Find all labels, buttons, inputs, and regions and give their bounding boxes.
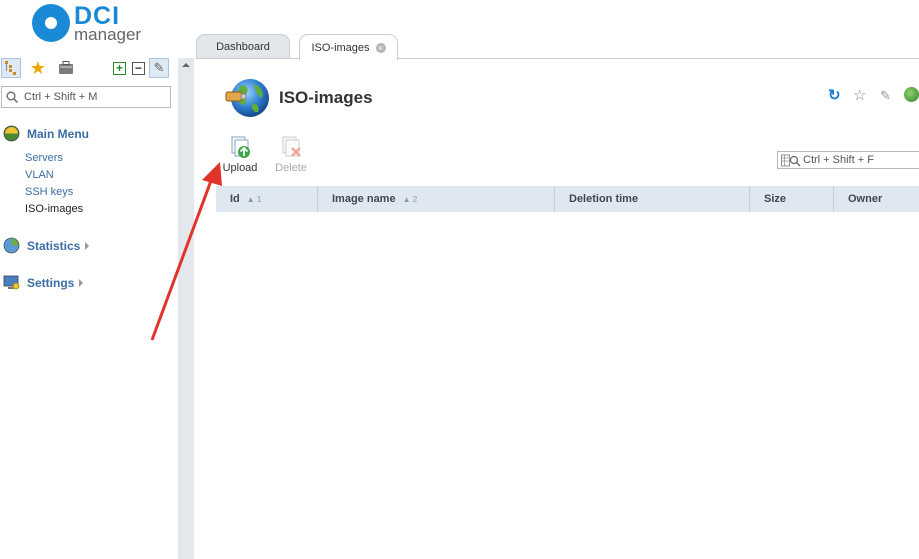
chevron-right-icon [79, 278, 84, 287]
column-header-label: Id [230, 193, 240, 205]
close-tab-icon[interactable]: × [375, 42, 386, 53]
menu-search-input[interactable]: Ctrl + Shift + M [1, 86, 171, 108]
sidebar-item-ssh-keys[interactable]: SSH keys [25, 186, 73, 198]
delete-button[interactable]: Delete [271, 135, 311, 174]
column-header-size[interactable]: Size [750, 186, 834, 212]
sidebar-item-vlan[interactable]: VLAN [25, 169, 54, 181]
filter-search-icon [781, 154, 801, 167]
annotation-arrow [150, 162, 222, 341]
column-header-id[interactable]: Id ▲ 1 [216, 186, 318, 212]
tab-iso-images-label: ISO-images [311, 41, 370, 54]
scroll-up-icon[interactable] [182, 63, 190, 67]
favorites-star-icon[interactable]: ★ [28, 58, 48, 78]
search-icon [6, 91, 18, 103]
table-search-placeholder: Ctrl + Shift + F [803, 154, 874, 166]
pin-icon[interactable]: ✎ [880, 88, 891, 104]
add-favorite-star-icon[interactable]: ☆ [853, 86, 866, 104]
column-header-label: Owner [848, 193, 883, 205]
logo-mark [32, 4, 70, 42]
table-search-input[interactable]: Ctrl + Shift + F [777, 151, 919, 169]
column-header-deletion-time[interactable]: Deletion time [555, 186, 750, 212]
column-header-label: Image name [332, 193, 396, 205]
menu-group-settings[interactable]: Settings [3, 274, 84, 291]
delete-label: Delete [275, 162, 307, 174]
column-header-label: Deletion time [569, 193, 639, 205]
statistics-label: Statistics [27, 238, 81, 253]
briefcase-icon[interactable] [56, 58, 76, 78]
logo-product: manager [74, 25, 142, 44]
sort-indicator: ▲ 2 [402, 194, 418, 204]
sidebar-item-iso-images[interactable]: ISO-images [25, 203, 83, 215]
statistics-pie-icon [3, 237, 20, 254]
pin-panel-icon[interactable]: ✎ [149, 58, 169, 78]
chevron-right-icon [85, 241, 90, 250]
settings-monitor-icon [3, 275, 20, 290]
page-title: ISO-images [279, 88, 373, 107]
column-header-image-name[interactable]: Image name ▲ 2 [318, 186, 555, 212]
tree-view-icon[interactable] [1, 58, 21, 78]
sidebar-item-servers[interactable]: Servers [25, 152, 63, 164]
main-menu-label: Main Menu [27, 126, 89, 141]
upload-icon [228, 135, 252, 159]
column-header-label: Size [764, 193, 787, 205]
tab-iso-images[interactable]: ISO-images × [299, 34, 398, 60]
main-menu-icon [3, 125, 20, 142]
tab-dashboard[interactable]: Dashboard [196, 34, 290, 59]
sort-indicator: ▲ 1 [246, 194, 262, 204]
collapse-all-icon[interactable]: − [132, 62, 145, 75]
tab-dashboard-label: Dashboard [216, 41, 270, 53]
refresh-icon[interactable]: ↻ [828, 86, 841, 104]
settings-label: Settings [27, 275, 75, 290]
column-header-owner[interactable]: Owner [834, 186, 919, 212]
menu-group-statistics[interactable]: Statistics [3, 237, 90, 254]
menu-group-main[interactable]: Main Menu [3, 125, 89, 142]
table-header: Id ▲ 1 Image name ▲ 2 Deletion time Size… [216, 186, 919, 212]
help-globe-icon[interactable] [904, 87, 919, 102]
expand-all-icon[interactable]: + [113, 62, 126, 75]
iso-globe-icon [225, 79, 269, 117]
delete-icon [279, 135, 303, 159]
menu-search-placeholder: Ctrl + Shift + M [24, 91, 98, 103]
